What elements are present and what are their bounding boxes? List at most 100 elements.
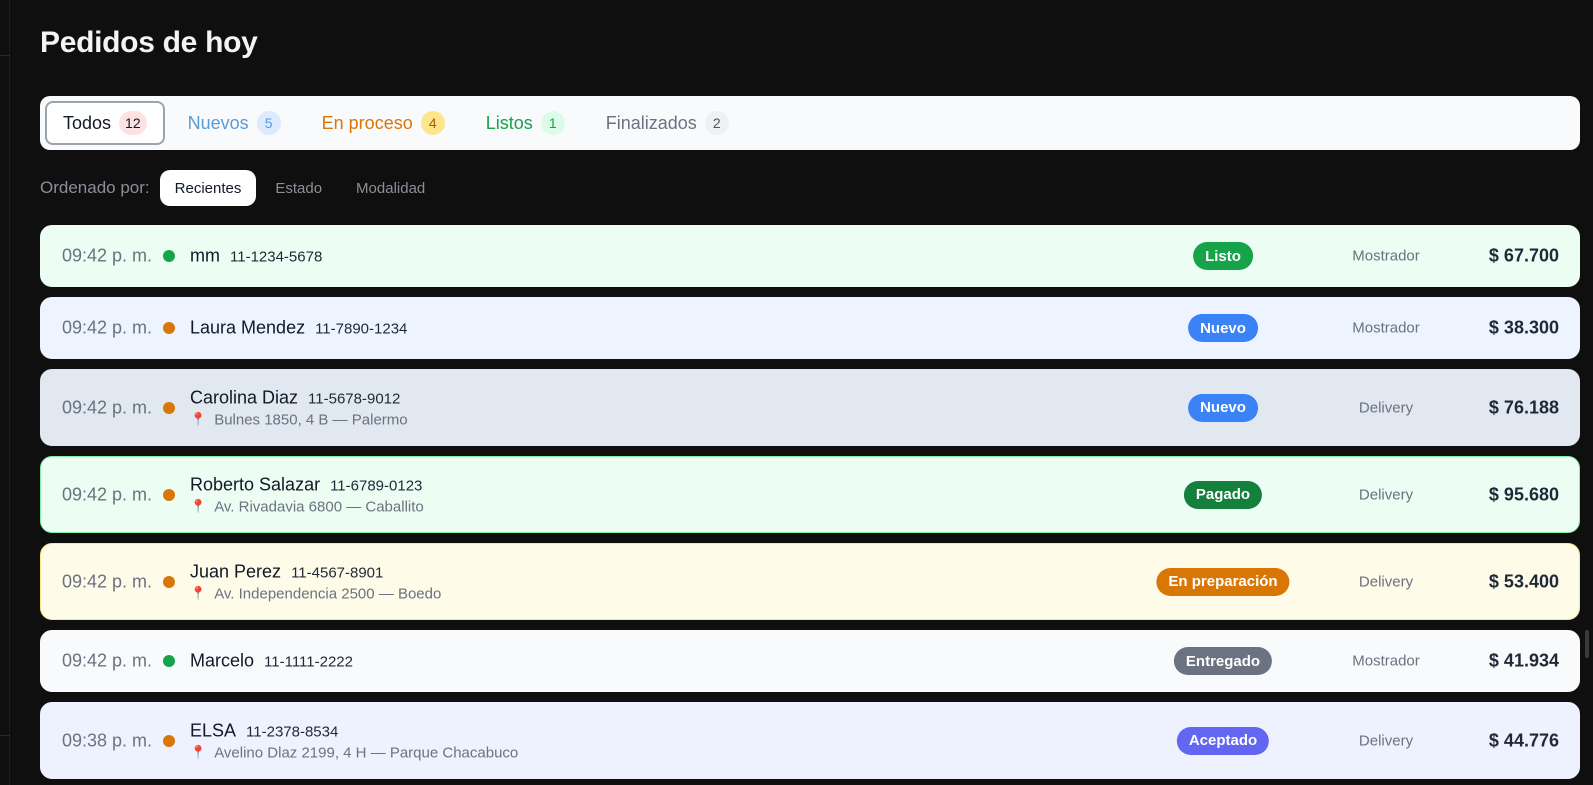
- order-time: 09:42 p. m.: [62, 650, 153, 671]
- address-text: Av. Rivadavia 6800 — Caballito: [214, 498, 424, 515]
- order-row[interactable]: 09:42 p. m. Roberto Salazar 11-6789-0123 📍 A…: [40, 456, 1580, 533]
- tab-count-badge: 1: [540, 111, 565, 135]
- sort-modalidad-button[interactable]: Modalidad: [341, 170, 440, 206]
- order-time: 09:42 p. m.: [62, 317, 153, 338]
- tab-count-badge: 5: [256, 111, 281, 135]
- status-badge: Aceptado: [1176, 726, 1270, 755]
- status-dot: [163, 250, 175, 262]
- tab-label: Todos: [63, 112, 112, 133]
- status-badge: Nuevo: [1188, 393, 1258, 422]
- status-badge: Entregado: [1173, 647, 1273, 675]
- order-time: 09:42 p. m.: [62, 245, 153, 266]
- order-customer-info: Marcelo 11-1111-2222: [190, 651, 353, 672]
- order-row[interactable]: 09:42 p. m. Juan Perez 11-4567-8901 📍 Av. In…: [40, 543, 1580, 620]
- order-mode: Delivery: [1358, 732, 1414, 749]
- tab-listos[interactable]: Listos 1: [468, 101, 583, 145]
- order-row[interactable]: 09:38 p. m. ELSA 11-2378-8534 📍 Avelino Dlaz…: [40, 702, 1580, 779]
- divider: [0, 735, 10, 736]
- tab-label: Nuevos: [187, 112, 249, 133]
- address-text: Bulnes 1850, 4 B — Palermo: [214, 411, 408, 428]
- status-badge: En preparación: [1156, 567, 1290, 596]
- order-mode: Mostrador: [1352, 319, 1420, 337]
- orders-list: 09:42 p. m. mm 11-1234-5678 Listo Mostrador $…: [40, 225, 1580, 785]
- tab-finalizados[interactable]: Finalizados 2: [588, 101, 747, 145]
- tab-label: En proceso: [321, 112, 413, 133]
- order-customer-info: Roberto Salazar 11-6789-0123 📍 Av. Rivadavi…: [190, 474, 424, 515]
- customer-phone: 11-1234-5678: [230, 248, 323, 266]
- customer-line: Juan Perez 11-4567-8901: [190, 561, 441, 582]
- status-badge: Listo: [1193, 242, 1253, 270]
- order-total: $ 67.700: [1488, 245, 1559, 266]
- customer-phone: 11-7890-1234: [315, 320, 408, 338]
- sort-recientes-button[interactable]: Recientes: [159, 170, 257, 206]
- order-total: $ 44.776: [1488, 730, 1559, 750]
- order-total: $ 53.400: [1488, 571, 1559, 591]
- order-time: 09:42 p. m.: [62, 397, 153, 417]
- delivery-address: 📍 Bulnes 1850, 4 B — Palermo: [190, 411, 408, 428]
- customer-name: Roberto Salazar: [190, 474, 321, 494]
- order-mode: Mostrador: [1352, 652, 1420, 670]
- delivery-address: 📍 Av. Independencia 2500 — Boedo: [190, 585, 441, 602]
- customer-line: Laura Mendez 11-7890-1234: [190, 318, 407, 339]
- status-dot: [163, 655, 175, 667]
- order-customer-info: ELSA 11-2378-8534 📍 Avelino Dlaz 2199, 4 H …: [190, 720, 518, 761]
- customer-name: Marcelo: [190, 650, 255, 671]
- order-time: 09:42 p. m.: [62, 571, 153, 591]
- tab-count-badge: 4: [420, 111, 445, 135]
- customer-line: Carolina Diaz 11-5678-9012: [190, 387, 408, 408]
- status-badge: Nuevo: [1188, 314, 1258, 342]
- address-text: Avelino Dlaz 2199, 4 H — Parque Chacabuc…: [214, 744, 519, 761]
- delivery-address: 📍 Av. Rivadavia 6800 — Caballito: [190, 498, 424, 515]
- map-pin-icon: 📍: [190, 498, 207, 514]
- customer-phone: 11-4567-8901: [291, 564, 384, 581]
- customer-phone: 11-1111-2222: [264, 653, 353, 671]
- customer-phone: 11-2378-8534: [246, 723, 339, 740]
- customer-name: mm: [190, 245, 220, 266]
- order-customer-info: Juan Perez 11-4567-8901 📍 Av. Independencia…: [190, 561, 441, 602]
- delivery-address: 📍 Avelino Dlaz 2199, 4 H — Parque Chacabu…: [190, 744, 518, 761]
- page-title: Pedidos de hoy: [40, 26, 258, 59]
- customer-line: Roberto Salazar 11-6789-0123: [190, 474, 424, 495]
- customer-name: Juan Perez: [190, 561, 282, 581]
- order-row[interactable]: 09:42 p. m. Carolina Diaz 11-5678-9012 📍 Bul…: [40, 369, 1580, 446]
- order-time: 09:42 p. m.: [62, 484, 153, 504]
- status-badge: Pagado: [1183, 480, 1263, 509]
- customer-line: Marcelo 11-1111-2222: [190, 651, 353, 672]
- order-row[interactable]: 09:42 p. m. Marcelo 11-1111-2222 Entregado M…: [40, 630, 1580, 692]
- status-dot: [163, 488, 175, 501]
- customer-name: Laura Mendez: [190, 317, 306, 338]
- map-pin-icon: 📍: [190, 585, 207, 601]
- order-total: $ 76.188: [1488, 397, 1559, 417]
- order-total: $ 95.680: [1488, 484, 1559, 504]
- order-mode: Mostrador: [1352, 247, 1420, 265]
- order-time: 09:38 p. m.: [62, 730, 153, 750]
- tab-nuevos[interactable]: Nuevos 5: [170, 101, 299, 145]
- status-dot: [163, 734, 175, 747]
- scrollbar-thumb[interactable]: [1585, 630, 1589, 658]
- status-tabs: Todos 12 Nuevos 5 En proceso 4 Listos 1 Finaliza…: [40, 96, 1580, 150]
- tab-count-badge: 12: [119, 111, 147, 135]
- map-pin-icon: 📍: [190, 411, 207, 427]
- sort-estado-button[interactable]: Estado: [260, 170, 337, 206]
- order-mode: Delivery: [1358, 486, 1414, 503]
- order-row[interactable]: 09:42 p. m. Laura Mendez 11-7890-1234 Nuevo…: [40, 297, 1580, 359]
- status-dot: [163, 322, 175, 334]
- tab-label: Finalizados: [605, 112, 697, 133]
- tab-todos[interactable]: Todos 12: [45, 101, 165, 145]
- sort-options: Recientes Estado Modalidad: [159, 170, 445, 206]
- customer-line: mm 11-1234-5678: [190, 246, 322, 267]
- customer-name: Carolina Diaz: [190, 387, 299, 407]
- order-total: $ 41.934: [1488, 650, 1559, 671]
- order-customer-info: mm 11-1234-5678: [190, 246, 322, 267]
- tab-label: Listos: [485, 112, 533, 133]
- address-text: Av. Independencia 2500 — Boedo: [214, 585, 442, 602]
- order-customer-info: Carolina Diaz 11-5678-9012 📍 Bulnes 1850, 4…: [190, 387, 408, 428]
- tab-count-badge: 2: [704, 111, 729, 135]
- left-edge-strip: [0, 0, 10, 785]
- order-customer-info: Laura Mendez 11-7890-1234: [190, 318, 407, 339]
- map-pin-icon: 📍: [190, 744, 207, 760]
- tab-en-proceso[interactable]: En proceso 4: [304, 101, 463, 145]
- order-row[interactable]: 09:42 p. m. mm 11-1234-5678 Listo Mostrador $…: [40, 225, 1580, 287]
- sort-bar: Ordenado por: Recientes Estado Modalidad: [40, 170, 444, 206]
- customer-line: ELSA 11-2378-8534: [190, 720, 518, 741]
